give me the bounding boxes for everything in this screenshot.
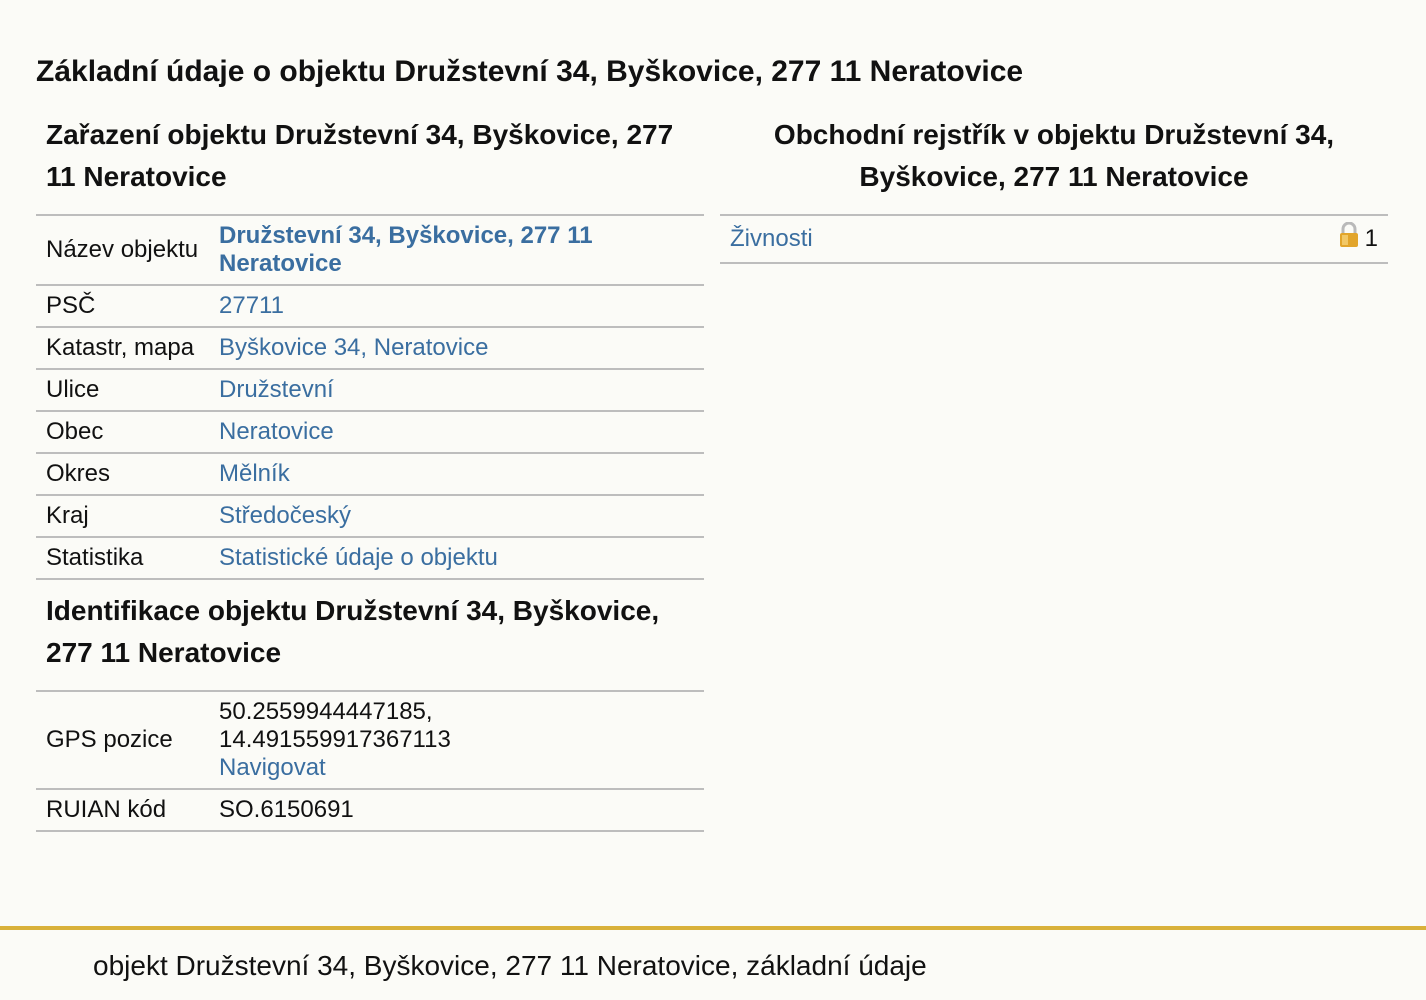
row-label: Katastr, mapa xyxy=(36,327,209,370)
table-row: Statistika Statistické údaje o objektu xyxy=(36,537,704,580)
ruian-value: SO.6150691 xyxy=(209,789,704,832)
row-label: Ulice xyxy=(36,369,209,412)
trades-link[interactable]: Živnosti xyxy=(730,224,813,254)
footer-text: objekt Družstevní 34, Byškovice, 277 11 … xyxy=(93,950,927,981)
classification-title: Zařazení objektu Družstevní 34, Byškovic… xyxy=(46,119,674,192)
navigate-link[interactable]: Navigovat xyxy=(219,754,326,781)
municipality-link[interactable]: Neratovice xyxy=(219,418,334,445)
gps-longitude: 14.491559917367113 xyxy=(219,726,451,753)
row-label: Okres xyxy=(36,453,209,496)
street-link[interactable]: Družstevní xyxy=(219,376,334,403)
right-column: Obchodní rejstřík v objektu Družstevní 3… xyxy=(720,110,1388,264)
lock-icon xyxy=(1339,221,1359,256)
row-label: Název objektu xyxy=(36,215,209,286)
table-row: PSČ 27711 xyxy=(36,285,704,328)
footer-divider xyxy=(0,926,1426,930)
object-name-link[interactable]: Družstevní 34, Byškovice, 277 11 Neratov… xyxy=(219,222,593,277)
classification-table: Název objektu Družstevní 34, Byškovice, … xyxy=(36,214,704,580)
gps-latitude: 50.2559944447185, xyxy=(219,698,433,725)
postal-code-link[interactable]: 27711 xyxy=(219,292,284,319)
table-row: Katastr, mapa Byškovice 34, Neratovice xyxy=(36,327,704,370)
left-column: Zařazení objektu Družstevní 34, Byškovic… xyxy=(36,110,704,832)
table-row: Ulice Družstevní xyxy=(36,369,704,412)
gps-label: GPS pozice xyxy=(36,691,209,790)
row-label: Statistika xyxy=(36,537,209,580)
table-row: GPS pozice 50.2559944447185, 14.49155991… xyxy=(36,691,704,790)
table-row: Okres Mělník xyxy=(36,453,704,496)
identification-table: GPS pozice 50.2559944447185, 14.49155991… xyxy=(36,690,704,832)
page-title: Základní údaje o objektu Družstevní 34, … xyxy=(36,55,1024,88)
table-row: Kraj Středočeský xyxy=(36,495,704,538)
table-row: Název objektu Družstevní 34, Byškovice, … xyxy=(36,215,704,286)
statistics-link[interactable]: Statistické údaje o objektu xyxy=(219,544,498,571)
row-label: Obec xyxy=(36,411,209,454)
region-link[interactable]: Středočeský xyxy=(219,502,351,529)
cadastre-map-link[interactable]: Byškovice 34, Neratovice xyxy=(219,334,488,361)
row-label: Kraj xyxy=(36,495,209,538)
list-item: Živnosti 1 xyxy=(720,214,1388,264)
business-register-title: Obchodní rejstřík v objektu Družstevní 3… xyxy=(773,119,1335,192)
table-row: Obec Neratovice xyxy=(36,411,704,454)
trades-count: 1 xyxy=(1364,225,1378,252)
ruian-label: RUIAN kód xyxy=(36,789,209,832)
table-row: RUIAN kód SO.6150691 xyxy=(36,789,704,832)
row-label: PSČ xyxy=(36,285,209,328)
identification-title: Identifikace objektu Družstevní 34, Byšk… xyxy=(46,595,660,668)
district-link[interactable]: Mělník xyxy=(219,460,290,487)
